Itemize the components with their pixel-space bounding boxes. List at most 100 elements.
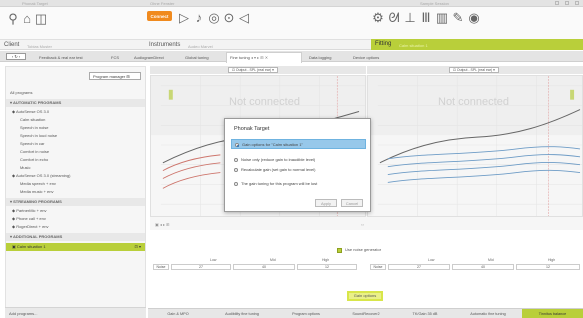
window-controls — [555, 1, 579, 6]
tab-fine-tuning-label: Fine tuning — [230, 55, 250, 60]
bottom-tabs: Gain & MPO Audibility fine tuning Progra… — [148, 308, 583, 318]
output-right-dropdown[interactable]: ⊡ Output - SPL (real ear) ▾ — [449, 67, 499, 73]
minimize-icon[interactable] — [555, 1, 559, 5]
tuning-icon[interactable]: ⊥ — [403, 11, 417, 25]
program-media-music[interactable]: Media music + env — [6, 188, 145, 196]
right-high-value[interactable]: 12 — [516, 264, 580, 270]
dialog-option-label: Recalculate gain (set gain to normal lev… — [241, 167, 316, 172]
dialog-option-header[interactable]: Gain options for "Calm situation 1" — [231, 139, 366, 149]
program-label: AutoSense OS 3.0 — [15, 109, 50, 114]
gain-options-button[interactable]: Gain options — [347, 291, 383, 301]
right-noise-label: Noise — [370, 264, 386, 270]
right-control-strip: ⊡ Output - SPL (real ear) ▾ — [367, 66, 583, 74]
cancel-button[interactable]: Cancel — [341, 199, 363, 207]
group-additional[interactable]: ▾ ADDITIONAL PROGRAMS — [6, 233, 145, 241]
right-low-value[interactable]: 27 — [388, 264, 450, 270]
device-icon[interactable]: ⊙ — [222, 11, 236, 25]
back-arrow-icon[interactable]: ◁ — [237, 11, 251, 25]
tab-global-tuning[interactable]: Global tuning — [182, 53, 212, 62]
radio-icon — [234, 158, 238, 162]
group-streaming-label: STREAMING PROGRAMS — [13, 199, 62, 204]
tab-fcs[interactable]: FCS — [108, 53, 122, 62]
program-calm[interactable]: Calm situation — [6, 116, 145, 124]
volume-icon[interactable]: ◎ — [207, 11, 221, 25]
program-media-speech[interactable]: Media speech + env — [6, 180, 145, 188]
client-name: Tobias Muster — [27, 44, 52, 49]
fitting-label: Fitting — [375, 41, 392, 47]
settings-icon[interactable]: ⚙ — [371, 11, 385, 25]
tools-icon[interactable]: ✎ — [451, 11, 465, 25]
program-label: Calm situation 1 — [16, 244, 46, 249]
instruments-label[interactable]: Instruments — [149, 42, 180, 48]
right-header-low: Low — [428, 258, 435, 262]
program-music[interactable]: Music — [6, 164, 145, 172]
instruments-name: Audeo Marvel — [188, 44, 213, 49]
dialog-warning: The gain tuning for this program will be… — [231, 179, 366, 189]
right-mid-value[interactable]: 40 — [452, 264, 514, 270]
tab-audiogramdirect[interactable]: AudiogramDirect — [131, 53, 167, 62]
connect-button[interactable]: Connect — [147, 11, 172, 21]
play-icon[interactable]: ▷ — [177, 11, 191, 25]
tab-data-logging[interactable]: Data logging — [306, 53, 334, 62]
equalizer-icon[interactable]: Ⅲ — [419, 11, 433, 25]
output-left-dropdown[interactable]: ⊡ Output - SPL (real ear) ▾ — [228, 67, 278, 73]
fitting-bar[interactable]: Fitting Calm situation 1 — [371, 39, 583, 50]
dialog-option-label: The gain tuning for this program will be… — [241, 181, 318, 186]
program-label: PartnerMic + env — [16, 208, 47, 213]
add-programs-button[interactable]: Add programs... — [9, 311, 37, 316]
program-calm-situation-1[interactable]: ▣ Calm situation 1 ⊡ ▾ — [6, 243, 145, 251]
noise-generator-checkbox[interactable] — [337, 248, 342, 253]
recording-icon[interactable]: ♪ — [192, 11, 206, 25]
tab-device-options[interactable]: Device options — [350, 53, 382, 62]
program-partnermic[interactable]: ◆ PartnerMic + env — [6, 207, 145, 215]
right-header-mid: Mid — [488, 258, 494, 262]
tab-program-options[interactable]: Program options — [276, 309, 336, 318]
tab-tinnitus-balance[interactable]: Tinnitus balance — [522, 309, 583, 318]
title-bar: Phonak Target Ohne Fenster Sample Sessio… — [0, 0, 583, 7]
program-sidebar: Program manager ⊞ All programs ▾ AUTOMAT… — [5, 66, 146, 312]
program-autosense-streaming[interactable]: ◆ AutoSense OS 3.0 (streaming) — [6, 172, 145, 180]
program-autosense[interactable]: ◆ AutoSense OS 3.0 — [6, 108, 145, 116]
program-phone-call[interactable]: ◆ Phone call + env — [6, 215, 145, 223]
group-streaming[interactable]: ▾ STREAMING PROGRAMS — [6, 198, 145, 206]
hearing-aid-icon[interactable]: ᘛ — [387, 11, 401, 25]
left-header-low: Low — [210, 258, 217, 262]
dialog-option-label: Gain options for "Calm situation 1" — [242, 142, 303, 147]
tab-audibility[interactable]: Audibility fine tuning — [208, 309, 276, 318]
left-noise-label: Noise — [153, 264, 169, 270]
tab-fine-tuning[interactable]: Fine tuning ◂ ▾ ▸ ⊞ ✕ — [226, 52, 302, 63]
all-programs[interactable]: All programs — [6, 89, 145, 97]
left-high-value[interactable]: 12 — [297, 264, 357, 270]
output-right-label: Output - SPL (real ear) — [456, 68, 493, 72]
tab-feedback[interactable]: Feedback & real ear test — [36, 53, 86, 62]
audiogram-icon[interactable]: ◫ — [34, 12, 48, 26]
tab-tk-gain[interactable]: TK/Gain 35 dB — [396, 309, 454, 318]
family-icon[interactable]: ⌂ — [20, 12, 34, 26]
program-speech-noise[interactable]: Speech in noise — [6, 124, 145, 132]
program-speech-loud[interactable]: Speech in loud noise — [6, 132, 145, 140]
person-icon[interactable]: ⚲ — [6, 12, 20, 26]
back-button[interactable]: ‹ ↻ › — [6, 53, 26, 60]
tab-soundrecover[interactable]: SoundRecover2 — [336, 309, 396, 318]
program-comfort-echo[interactable]: Comfort in echo — [6, 156, 145, 164]
close-icon[interactable] — [575, 1, 579, 5]
group-automatic[interactable]: ▾ AUTOMATIC PROGRAMS — [6, 99, 145, 107]
apply-button[interactable]: Apply — [315, 199, 337, 207]
program-manager-button[interactable]: Program manager ⊞ — [89, 72, 141, 80]
left-mid-value[interactable]: 40 — [233, 264, 295, 270]
program-rogerdirect[interactable]: ◆ RogerDirect + env — [6, 223, 145, 231]
group-additional-label: ADDITIONAL PROGRAMS — [12, 234, 63, 239]
left-low-value[interactable]: 27 — [171, 264, 231, 270]
tab-gain-mpo[interactable]: Gain & MPO — [148, 309, 208, 318]
program-speech-car[interactable]: Speech in car — [6, 140, 145, 148]
dialog-option-noise-only[interactable]: Noise only (reduce gain to inaudible lev… — [231, 155, 366, 165]
dialog-option-recalculate[interactable]: Recalculate gain (set gain to normal lev… — [231, 165, 366, 175]
main-toolbar: ⚲ ⌂ ◫ Connect ▷ ♪ ◎ ⊙ ◁ ⚙ ᘛ ⊥ Ⅲ ▥ ✎ ◉ — [0, 7, 583, 39]
chart-icon[interactable]: ▥ — [435, 11, 449, 25]
remote-icon[interactable]: ◉ — [467, 11, 481, 25]
program-comfort-noise[interactable]: Comfort in noise — [6, 148, 145, 156]
tab-automatic-fine-tuning[interactable]: Automatic fine tuning — [454, 309, 522, 318]
program-label: Phone call + env — [16, 216, 46, 221]
maximize-icon[interactable] — [565, 1, 569, 5]
noise-generator-label: Use noise generator — [345, 247, 382, 252]
